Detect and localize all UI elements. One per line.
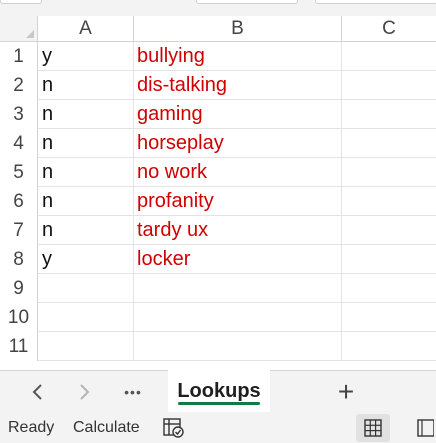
row-header[interactable]: 4 — [0, 129, 38, 158]
workbook-statistics-icon — [163, 417, 184, 438]
cell-a1[interactable]: y — [38, 42, 134, 71]
cell-b2[interactable]: dis-talking — [134, 71, 342, 100]
more-sheets-button[interactable]: ••• — [116, 371, 150, 413]
workbook-statistics-button[interactable] — [162, 412, 186, 443]
table-row: 6 n profanity — [0, 187, 436, 216]
row-header[interactable]: 11 — [0, 332, 38, 361]
cell-c7[interactable] — [342, 216, 436, 245]
cell-b5[interactable]: no work — [134, 158, 342, 187]
row-header[interactable]: 5 — [0, 158, 38, 187]
cell-a9[interactable] — [38, 274, 134, 303]
tab-lookups[interactable]: Lookups — [168, 370, 270, 412]
cell-b9[interactable] — [134, 274, 342, 303]
row-header[interactable]: 2 — [0, 71, 38, 100]
cell-a5[interactable]: n — [38, 158, 134, 187]
cell-c4[interactable] — [342, 129, 436, 158]
cell-c3[interactable] — [342, 100, 436, 129]
table-row: 7 n tardy ux — [0, 216, 436, 245]
cell-a4[interactable]: n — [38, 129, 134, 158]
row-header[interactable]: 1 — [0, 42, 38, 71]
column-header-c[interactable]: C — [342, 16, 436, 42]
next-sheet-button[interactable] — [70, 371, 100, 413]
cell-b6[interactable]: profanity — [134, 187, 342, 216]
row-header[interactable]: 8 — [0, 245, 38, 274]
previous-sheet-button[interactable] — [22, 371, 52, 413]
ready-status: Ready — [8, 418, 55, 436]
cell-a7[interactable]: n — [38, 216, 134, 245]
cell-b8[interactable]: locker — [134, 245, 342, 274]
cell-c10[interactable] — [342, 303, 436, 332]
cell-c2[interactable] — [342, 71, 436, 100]
cell-a10[interactable] — [38, 303, 134, 332]
table-row: 3 n gaming — [0, 100, 436, 129]
cell-b1[interactable]: bullying — [134, 42, 342, 71]
row-header[interactable]: 7 — [0, 216, 38, 245]
cell-a3[interactable]: n — [38, 100, 134, 129]
active-tab-indicator — [178, 402, 260, 405]
normal-view-button[interactable] — [356, 414, 390, 442]
table-row: 11 — [0, 332, 436, 361]
table-row: 1 y bullying — [0, 42, 436, 71]
formula-bar-edge — [0, 0, 436, 16]
cell-b7[interactable]: tardy ux — [134, 216, 342, 245]
cell-a2[interactable]: n — [38, 71, 134, 100]
normal-view-icon — [364, 419, 382, 437]
cell-b3[interactable]: gaming — [134, 100, 342, 129]
cell-c1[interactable] — [342, 42, 436, 71]
table-row: 5 n no work — [0, 158, 436, 187]
chevron-left-icon — [32, 384, 42, 400]
cell-b10[interactable] — [134, 303, 342, 332]
table-row: 8 y locker — [0, 245, 436, 274]
table-row: 10 — [0, 303, 436, 332]
page-layout-view-icon — [417, 419, 434, 437]
cell-a11[interactable] — [38, 332, 134, 361]
cell-a8[interactable]: y — [38, 245, 134, 274]
calculate-button[interactable]: Calculate — [73, 412, 140, 443]
cell-a6[interactable]: n — [38, 187, 134, 216]
table-row: 9 — [0, 274, 436, 303]
column-header-b[interactable]: B — [134, 16, 342, 42]
row-header[interactable]: 3 — [0, 100, 38, 129]
cell-c9[interactable] — [342, 274, 436, 303]
table-row: 2 n dis-talking — [0, 71, 436, 100]
add-sheet-button[interactable]: + — [330, 371, 362, 413]
cell-b4[interactable]: horseplay — [134, 129, 342, 158]
cell-c8[interactable] — [342, 245, 436, 274]
column-header-a[interactable]: A — [38, 16, 134, 42]
status-bar: Ready Calculate — [0, 412, 436, 443]
cell-c6[interactable] — [342, 187, 436, 216]
row-header[interactable]: 10 — [0, 303, 38, 332]
cell-c11[interactable] — [342, 332, 436, 361]
chevron-right-icon — [80, 384, 90, 400]
sheet-tab-bar: ••• Lookups + — [0, 370, 436, 412]
row-header[interactable]: 9 — [0, 274, 38, 303]
row-header[interactable]: 6 — [0, 187, 38, 216]
table-row: 4 n horseplay — [0, 129, 436, 158]
sheet-tab-label: Lookups — [177, 379, 261, 402]
select-all-button[interactable] — [0, 16, 38, 42]
cell-c5[interactable] — [342, 158, 436, 187]
page-layout-view-button[interactable] — [412, 414, 436, 442]
cell-b11[interactable] — [134, 332, 342, 361]
